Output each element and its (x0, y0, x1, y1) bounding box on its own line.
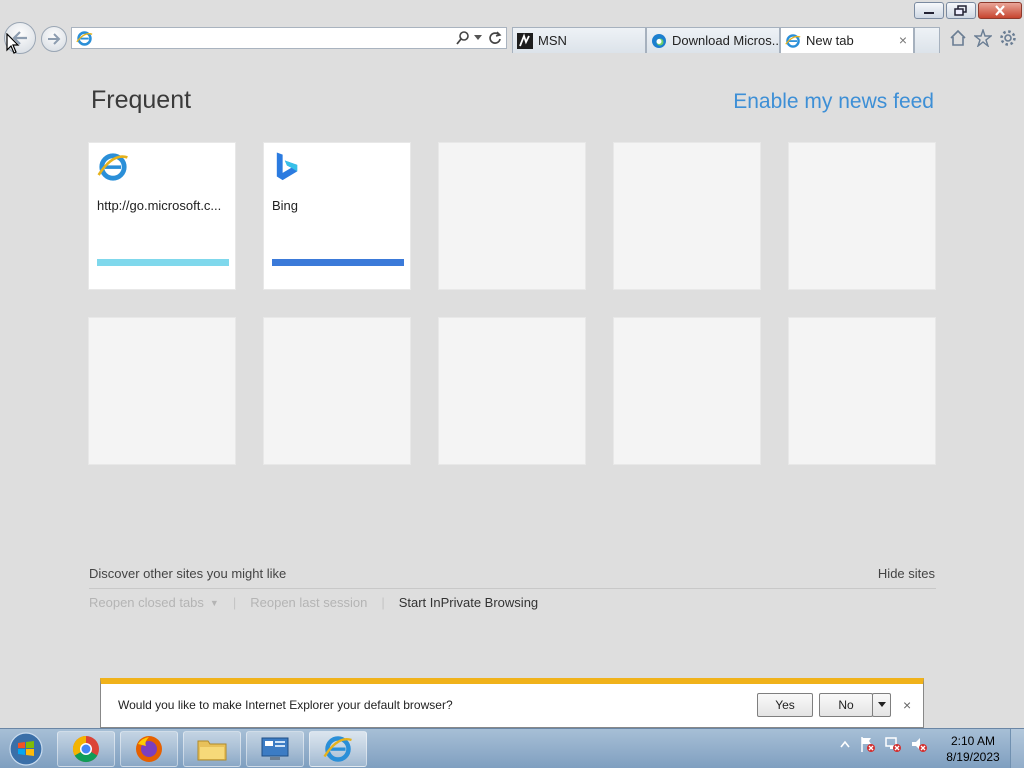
tile-empty[interactable] (613, 142, 761, 290)
ie-icon (785, 33, 801, 48)
tile-color-bar (97, 259, 229, 266)
mouse-cursor-icon (6, 33, 20, 54)
tab-close-icon[interactable]: × (899, 33, 907, 47)
tab-msn[interactable]: MSN (512, 27, 646, 53)
tab-download-microsoft[interactable]: Download Micros... (646, 27, 780, 53)
tab-label: New tab (806, 33, 854, 48)
tile-empty[interactable] (88, 317, 236, 465)
restore-icon (954, 5, 967, 16)
address-bar[interactable] (71, 27, 507, 49)
ie-logo-icon (97, 153, 128, 181)
browser-toolbar: MSN Download Micros... New tab × (0, 22, 1024, 54)
show-hidden-icons-icon[interactable] (840, 740, 850, 748)
tab-label: MSN (538, 33, 567, 48)
reopen-closed-tabs-link: Reopen closed tabs (89, 595, 204, 610)
system-tray (840, 735, 928, 753)
close-window-button[interactable] (978, 2, 1022, 19)
discover-sites-link[interactable]: Discover other sites you might like (89, 566, 286, 581)
network-icon[interactable] (884, 735, 902, 753)
refresh-icon[interactable] (488, 30, 502, 46)
no-button[interactable]: No (819, 693, 873, 717)
minimize-icon (924, 11, 934, 14)
notification-message: Would you like to make Internet Explorer… (118, 698, 453, 712)
tab-label: Download Micros... (672, 33, 780, 48)
taskbar-file-explorer[interactable] (183, 731, 241, 767)
volume-muted-icon[interactable] (910, 735, 928, 753)
minimize-button[interactable] (914, 2, 944, 19)
dropdown-arrow-icon (877, 702, 886, 707)
page-title: Frequent (91, 86, 192, 114)
tab-actions-row: Reopen closed tabs ▼ | Reopen last sessi… (89, 595, 538, 610)
clock[interactable]: 2:10 AM 8/19/2023 (942, 733, 1004, 765)
start-inprivate-link[interactable]: Start InPrivate Browsing (399, 595, 538, 610)
action-center-flag-icon[interactable] (858, 735, 876, 753)
notification-close-icon[interactable]: × (903, 697, 911, 713)
start-button[interactable] (6, 732, 46, 766)
msn-icon (517, 32, 533, 49)
taskbar: 2:10 AM 8/19/2023 (0, 728, 1024, 768)
tile-empty[interactable] (788, 317, 936, 465)
edge-icon (652, 33, 666, 48)
separator: | (381, 595, 385, 610)
tile-empty[interactable] (438, 317, 586, 465)
forward-button[interactable] (41, 26, 67, 52)
no-options-dropdown[interactable] (872, 693, 891, 717)
show-desktop-button[interactable] (1010, 729, 1024, 768)
default-browser-notification: Would you like to make Internet Explorer… (100, 678, 924, 728)
tile-empty[interactable] (613, 317, 761, 465)
hide-sites-link[interactable]: Hide sites (878, 566, 935, 581)
separator: | (232, 595, 237, 610)
windows-start-icon (9, 732, 43, 766)
folder-icon (197, 740, 227, 761)
address-input[interactable] (96, 29, 456, 47)
dropdown-arrow-icon[interactable] (474, 35, 482, 41)
home-icon[interactable] (949, 29, 967, 47)
close-icon (995, 5, 1005, 16)
tile-go-microsoft[interactable]: http://go.microsoft.c... (88, 142, 236, 290)
enable-news-feed-link[interactable]: Enable my news feed (733, 90, 934, 114)
new-tab-button[interactable] (914, 27, 940, 53)
tile-empty[interactable] (263, 317, 411, 465)
control-panel-icon (261, 737, 289, 760)
clock-date: 8/19/2023 (946, 750, 1000, 764)
dropdown-arrow-icon: ▼ (209, 597, 219, 608)
clock-time: 2:10 AM (950, 734, 996, 748)
window-controls (914, 2, 1022, 19)
taskbar-chrome[interactable] (57, 731, 115, 767)
tile-bing[interactable]: Bing (263, 142, 411, 290)
tab-new-tab[interactable]: New tab × (780, 27, 914, 53)
divider (89, 588, 936, 589)
restore-button[interactable] (946, 2, 976, 19)
tile-name: http://go.microsoft.c... (97, 198, 222, 213)
ie-icon (323, 736, 352, 762)
taskbar-internet-explorer[interactable] (309, 731, 367, 767)
yes-button[interactable]: Yes (757, 693, 813, 717)
tile-color-bar (272, 259, 404, 266)
taskbar-firefox[interactable] (120, 731, 178, 767)
chrome-icon (72, 735, 99, 763)
reopen-last-session-link: Reopen last session (250, 595, 368, 610)
firefox-icon (136, 736, 162, 762)
bing-logo-icon (276, 152, 298, 181)
settings-gear-icon[interactable] (999, 29, 1017, 47)
tile-name: Bing (272, 198, 299, 213)
favorites-star-icon[interactable] (974, 29, 992, 47)
taskbar-control-panel[interactable] (246, 731, 304, 767)
ie-icon (76, 31, 93, 46)
tile-empty[interactable] (438, 142, 586, 290)
forward-arrow-icon (48, 33, 61, 45)
tile-empty[interactable] (788, 142, 936, 290)
search-icon[interactable] (455, 30, 471, 46)
